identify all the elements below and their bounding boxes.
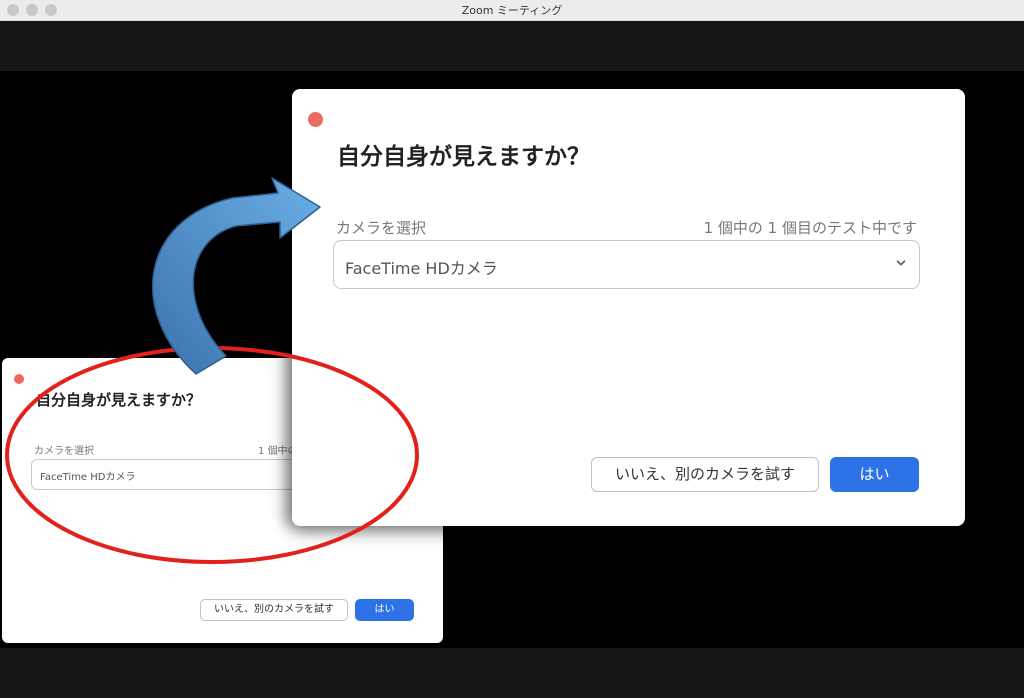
close-icon[interactable] (14, 374, 24, 384)
camera-select-label: カメラを選択 (336, 219, 427, 237)
window-title: Zoom ミーティング (461, 4, 563, 17)
camera-select-value: FaceTime HDカメラ (345, 259, 498, 278)
yes-button[interactable]: はい (830, 457, 919, 492)
bottom-band (0, 648, 1024, 698)
close-icon[interactable] (308, 112, 323, 127)
chevron-down-icon (896, 260, 906, 266)
camera-select[interactable]: FaceTime HDカメラ (333, 240, 920, 289)
zoom-window: Zoom ミーティング 自分自身が見えますか？ カメラを選択 1 個中の Fac… (0, 0, 1024, 698)
large-camera-dialog: 自分自身が見えますか？ カメラを選択 1 個中の 1 個目のテスト中です Fac… (292, 89, 965, 526)
top-band (0, 21, 1024, 71)
test-status: 1 個中の 1 個目のテスト中です (703, 219, 917, 237)
camera-select-value: FaceTime HDカメラ (40, 472, 136, 483)
try-another-camera-button[interactable]: いいえ、別のカメラを試す (591, 457, 819, 492)
dialog-title: 自分自身が見えますか？ (337, 144, 590, 170)
title-bar: Zoom ミーティング (0, 0, 1024, 21)
dialog-title: 自分自身が見えますか？ (36, 391, 202, 409)
camera-select-label: カメラを選択 (34, 446, 94, 457)
camera-select[interactable]: FaceTime HDカメラ (31, 459, 331, 490)
yes-button[interactable]: はい (355, 599, 414, 621)
try-another-camera-button[interactable]: いいえ、別のカメラを試す (200, 599, 348, 621)
